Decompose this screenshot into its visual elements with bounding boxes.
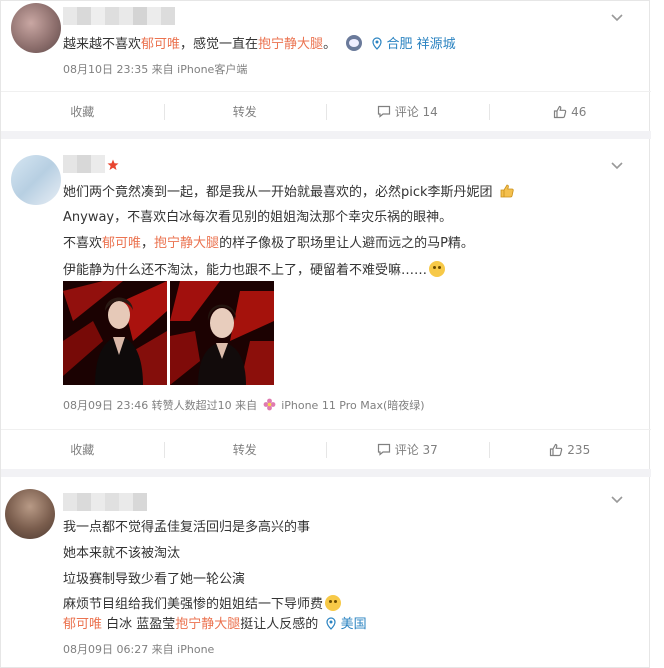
- post-divider: [1, 131, 651, 139]
- post-text: 越来越不喜欢郁可唯，感觉一直在抱宁静大腿。 合肥 祥源城: [63, 35, 456, 54]
- action-bar: 收藏 转发 评论 14 46: [1, 91, 651, 131]
- like-button[interactable]: 46: [488, 92, 652, 131]
- post-meta: 08月10日 23:35 来自 iPhone客户端: [63, 63, 248, 76]
- post-text-segment: ，感觉一直在: [180, 37, 259, 52]
- topic-tag-link[interactable]: 郁可唯: [63, 617, 102, 632]
- thumbs-up-icon: [554, 105, 567, 118]
- post-text-line: 垃圾赛制导致少看了她一轮公演: [63, 571, 245, 589]
- post-meta: 08月09日 06:27 来自 iPhone: [63, 643, 215, 656]
- like-count: 46: [571, 104, 587, 119]
- collect-label: 收藏: [70, 443, 95, 457]
- comment-label: 评论 14: [394, 105, 438, 119]
- location-link[interactable]: 合肥 祥源城: [372, 37, 456, 52]
- post-text-line: 郁可唯 白冰 蓝盈莹抱宁静大腿挺让人反感的 美国: [63, 616, 367, 634]
- post-text-line: 她们两个竟然凑到一起，都是我从一开始就最喜欢的，必然pick李斯丹妮团: [63, 183, 515, 202]
- location-link[interactable]: 美国: [326, 617, 367, 632]
- feed-container: 越来越不喜欢郁可唯，感觉一直在抱宁静大腿。 合肥 祥源城 08月10日 23:3…: [0, 0, 651, 668]
- topic-tag-link[interactable]: 抱宁静大腿: [258, 37, 323, 52]
- collect-label: 收藏: [70, 105, 95, 119]
- chevron-down-icon[interactable]: [610, 495, 624, 505]
- flower-icon: [263, 398, 276, 411]
- thumbs-up-emoji-icon: [500, 184, 514, 198]
- smile-emoji-icon: [325, 595, 342, 611]
- topic-tag-link[interactable]: 抱宁静大腿: [154, 236, 219, 251]
- topic-tag-link[interactable]: 郁可唯: [141, 37, 180, 52]
- post-meta: 08月09日 23:46 转赞人数超过10 来自 iPhone 11 Pro M…: [63, 397, 425, 413]
- post-text-segment: Anyway，不喜欢白冰每次看见别的姐姐淘汰那个幸灾乐祸的眼神。: [63, 210, 453, 225]
- post-image-1[interactable]: [63, 281, 167, 385]
- post-text-line: 我一点都不觉得孟佳复活回归是多高兴的事: [63, 519, 310, 537]
- chevron-down-icon[interactable]: [610, 161, 624, 171]
- post-text-segment: 垃圾赛制导致少看了她一轮公演: [63, 572, 246, 587]
- thumbs-up-icon: [550, 443, 563, 456]
- post-image-2[interactable]: [170, 281, 274, 385]
- post-text-line: 不喜欢郁可唯，抱宁静大腿的样子像极了职场里让人避而远之的马P精。: [63, 235, 474, 253]
- avatar[interactable]: [11, 155, 61, 205]
- avatar[interactable]: [11, 3, 61, 53]
- topic-tag-link[interactable]: 抱宁静大腿: [175, 617, 240, 632]
- post-text-segment: 她本来就不该被淘汰: [63, 546, 181, 561]
- username-mosaic[interactable]: [63, 155, 105, 173]
- post-text-line: 她本来就不该被淘汰: [63, 545, 180, 563]
- post-text-segment: 的样子像极了职场里让人避而远之的马P精。: [219, 236, 474, 251]
- weibo-post-1: 越来越不喜欢郁可唯，感觉一直在抱宁静大腿。 合肥 祥源城 08月10日 23:3…: [1, 1, 651, 131]
- forward-label: 转发: [232, 105, 257, 119]
- chevron-down-icon[interactable]: [610, 13, 624, 23]
- location-pin-icon: [372, 37, 382, 50]
- topic-tag-link[interactable]: 郁可唯: [102, 236, 141, 251]
- post-text-segment: 她们两个竟然凑到一起，都是我从一开始就最喜欢的，必然pick李斯丹妮团: [63, 185, 493, 200]
- forward-button[interactable]: 转发: [163, 92, 327, 131]
- avatar[interactable]: [5, 489, 55, 539]
- like-button[interactable]: 235: [488, 430, 652, 469]
- post-text-segment: 白冰 蓝盈莹: [102, 617, 176, 632]
- post-meta-text: 08月09日 23:46 转赞人数超过10 来自: [63, 399, 258, 412]
- comment-icon: [377, 443, 390, 456]
- vip-star-icon: [107, 159, 119, 170]
- forward-button[interactable]: 转发: [163, 430, 327, 469]
- post-text-segment: 麻烦节目组给我们美强惨的姐姐结一下导师费: [63, 597, 324, 612]
- username-mosaic[interactable]: [63, 7, 175, 25]
- collect-button[interactable]: 收藏: [1, 430, 164, 469]
- post-text-segment: 伊能静为什么还不淘汰，能力也跟不上了，硬留着不难受嘛……: [63, 263, 428, 278]
- like-count: 235: [567, 442, 591, 457]
- comment-button[interactable]: 评论 14: [326, 92, 489, 131]
- weibo-post-2: 她们两个竟然凑到一起，都是我从一开始就最喜欢的，必然pick李斯丹妮团 Anyw…: [1, 139, 651, 469]
- post-text-segment: 越来越不喜欢: [63, 37, 142, 52]
- mascot-emoji-icon: [346, 35, 363, 51]
- collect-button[interactable]: 收藏: [1, 92, 164, 131]
- photo-woman-red-backdrop-icon: [170, 281, 274, 385]
- post-text-segment: 挺让人反感的: [240, 617, 319, 632]
- action-bar: 收藏 转发 评论 37 235: [1, 429, 651, 469]
- username-mosaic[interactable]: [63, 493, 147, 511]
- photo-woman-red-backdrop-icon: [63, 281, 167, 385]
- post-text-segment: 不喜欢: [63, 236, 103, 251]
- comment-icon: [377, 105, 390, 118]
- comment-label: 评论 37: [394, 443, 438, 457]
- device-name[interactable]: iPhone 11 Pro Max(暗夜绿): [281, 399, 424, 412]
- post-text-line: 伊能静为什么还不淘汰，能力也跟不上了，硬留着不难受嘛……: [63, 261, 446, 280]
- location-text: 美国: [340, 617, 367, 632]
- post-text-line: Anyway，不喜欢白冰每次看见别的姐姐淘汰那个幸灾乐祸的眼神。: [63, 209, 452, 227]
- weibo-post-3: 我一点都不觉得孟佳复活回归是多高兴的事 她本来就不该被淘汰 垃圾赛制导致少看了她…: [1, 477, 651, 668]
- smile-emoji-icon: [429, 261, 446, 277]
- post-text-segment: ，: [141, 236, 155, 251]
- post-text-segment: 我一点都不觉得孟佳复活回归是多高兴的事: [63, 520, 311, 535]
- post-divider: [1, 469, 651, 477]
- location-pin-icon: [326, 617, 337, 630]
- post-text-segment: 。: [323, 37, 337, 52]
- post-text-line: 麻烦节目组给我们美强惨的姐姐结一下导师费: [63, 595, 342, 614]
- location-text: 合肥 祥源城: [386, 37, 456, 52]
- forward-label: 转发: [232, 443, 257, 457]
- comment-button[interactable]: 评论 37: [326, 430, 489, 469]
